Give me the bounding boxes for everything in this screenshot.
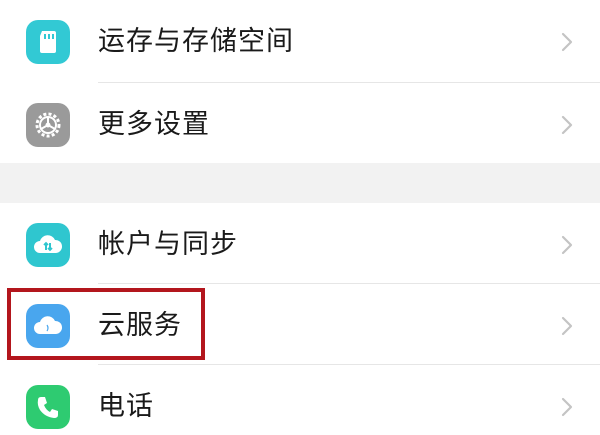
settings-item-label: 电话 — [98, 391, 154, 422]
settings-item-storage[interactable]: 运存与存储空间 — [0, 0, 600, 80]
phone-icon — [26, 385, 70, 429]
settings-item-phone[interactable]: 电话 — [0, 365, 600, 435]
cloud-icon — [26, 304, 70, 348]
chevron-right-icon — [561, 316, 573, 336]
chevron-right-icon — [561, 235, 573, 255]
settings-item-label: 帐户与同步 — [98, 229, 238, 260]
settings-screen: 运存与存储空间 更多设置 帐户与同步 云服务 电话 — [0, 0, 600, 435]
cloud-sync-icon — [26, 223, 70, 267]
sd-card-icon — [26, 20, 70, 64]
settings-item-label: 云服务 — [98, 310, 182, 341]
chevron-right-icon — [561, 32, 573, 52]
settings-item-label: 更多设置 — [98, 109, 210, 140]
gear-icon — [26, 103, 70, 147]
settings-item-label: 运存与存储空间 — [98, 26, 294, 57]
section-separator — [0, 163, 600, 203]
settings-item-more-settings[interactable]: 更多设置 — [0, 83, 600, 163]
settings-item-cloud-service[interactable]: 云服务 — [0, 284, 600, 364]
settings-item-account-sync[interactable]: 帐户与同步 — [0, 203, 600, 283]
chevron-right-icon — [561, 397, 573, 417]
chevron-right-icon — [561, 115, 573, 135]
